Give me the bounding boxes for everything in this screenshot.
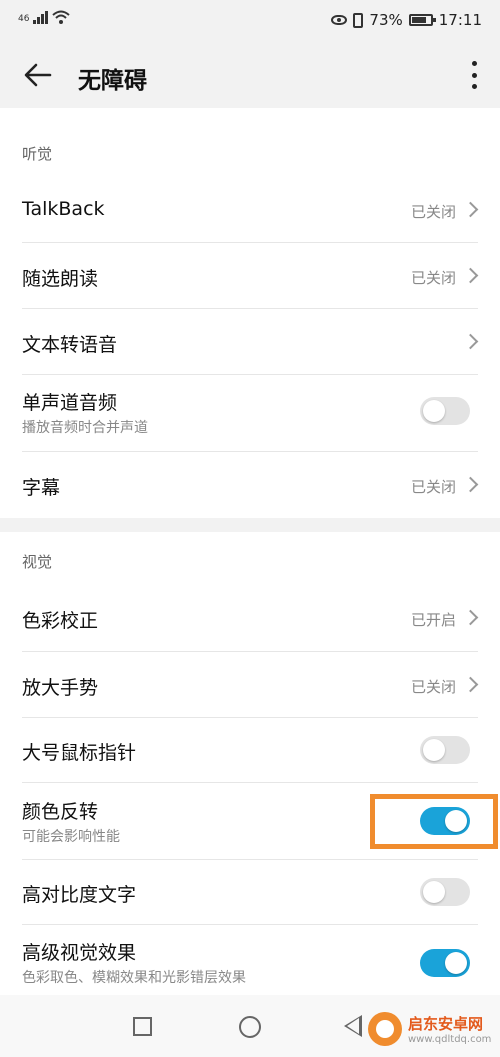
list-item-color-correction[interactable]: 色彩校正 已开启 [22, 585, 479, 651]
eye-comfort-icon [331, 15, 348, 25]
chevron-right-icon [462, 476, 479, 493]
item-value: 已关闭 [410, 203, 456, 221]
item-value: 已关闭 [410, 269, 456, 287]
item-label: 高对比度文字 [22, 884, 137, 906]
list-item-captions[interactable]: 字幕 已关闭 [22, 452, 479, 518]
item-label: 色彩校正 [22, 610, 99, 632]
list-item-advanced-visual-effects[interactable]: 高级视觉效果 色彩取色、模糊效果和光影错层效果 [22, 925, 478, 995]
chevron-right-icon [462, 676, 479, 693]
back-arrow-icon[interactable] [22, 59, 54, 91]
app-bar: 无障碍 [0, 42, 500, 108]
list-item-high-contrast-text[interactable]: 高对比度文字 [22, 860, 478, 924]
highlight-box [370, 794, 498, 849]
section-label-hearing: 听觉 [22, 145, 53, 163]
section-label-vision: 视觉 [22, 553, 53, 571]
list-item-text-to-speech[interactable]: 文本转语音 [22, 309, 479, 374]
chevron-right-icon [462, 333, 479, 350]
item-label: 颜色反转 [22, 801, 99, 823]
item-value: 已关闭 [410, 478, 456, 496]
item-subtitle: 可能会影响性能 [22, 829, 120, 845]
clock: 17:11 [438, 11, 482, 29]
chevron-right-icon [462, 201, 479, 218]
section-gap [0, 518, 500, 532]
network-type: 46 [18, 14, 30, 24]
home-icon[interactable] [239, 1016, 261, 1038]
item-subtitle: 播放音频时合并声道 [22, 420, 148, 436]
battery-icon [408, 14, 436, 26]
item-value: 已开启 [410, 611, 456, 629]
page-title: 无障碍 [78, 68, 147, 94]
item-label: TalkBack [22, 198, 105, 220]
status-bar: 46 73% 17:11 [0, 0, 500, 42]
status-right: 73% 17:11 [331, 11, 482, 29]
list-item-select-to-speak[interactable]: 随选朗读 已关闭 [22, 243, 479, 308]
battery-percent: 73% [369, 11, 403, 29]
mono-audio-toggle[interactable] [420, 397, 470, 425]
more-options-icon[interactable] [470, 61, 478, 89]
watermark-url: www.qdltdq.com [408, 1034, 492, 1045]
list-item-mono-audio[interactable]: 单声道音频 播放音频时合并声道 [22, 375, 478, 451]
recents-icon[interactable] [133, 1017, 152, 1036]
watermark-title: 启东安卓网 [408, 1015, 484, 1033]
item-label: 高级视觉效果 [22, 942, 137, 964]
item-subtitle: 色彩取色、模糊效果和光影错层效果 [22, 970, 246, 986]
watermark: 启东安卓网 www.qdltdq.com [368, 1012, 491, 1046]
advanced-visual-toggle[interactable] [420, 949, 470, 977]
list-item-talkback[interactable]: TalkBack 已关闭 [22, 176, 479, 242]
item-label: 大号鼠标指针 [22, 742, 137, 764]
item-label: 单声道音频 [22, 392, 118, 414]
list-item-magnification[interactable]: 放大手势 已关闭 [22, 652, 479, 717]
watermark-logo-icon [368, 1012, 402, 1046]
item-label: 放大手势 [22, 677, 99, 699]
list-item-large-pointer[interactable]: 大号鼠标指针 [22, 718, 478, 782]
nav-back-icon[interactable] [344, 1015, 362, 1037]
vibrate-icon [353, 12, 364, 28]
chevron-right-icon [462, 609, 479, 626]
large-pointer-toggle[interactable] [420, 736, 470, 764]
item-label: 字幕 [22, 477, 61, 499]
item-label: 文本转语音 [22, 334, 118, 356]
signal-area: 46 [18, 10, 71, 24]
high-contrast-toggle[interactable] [420, 878, 470, 906]
chevron-right-icon [462, 267, 479, 284]
signal-icon [33, 10, 49, 24]
wifi-icon [52, 10, 71, 24]
item-label: 随选朗读 [22, 268, 99, 290]
item-value: 已关闭 [410, 678, 456, 696]
